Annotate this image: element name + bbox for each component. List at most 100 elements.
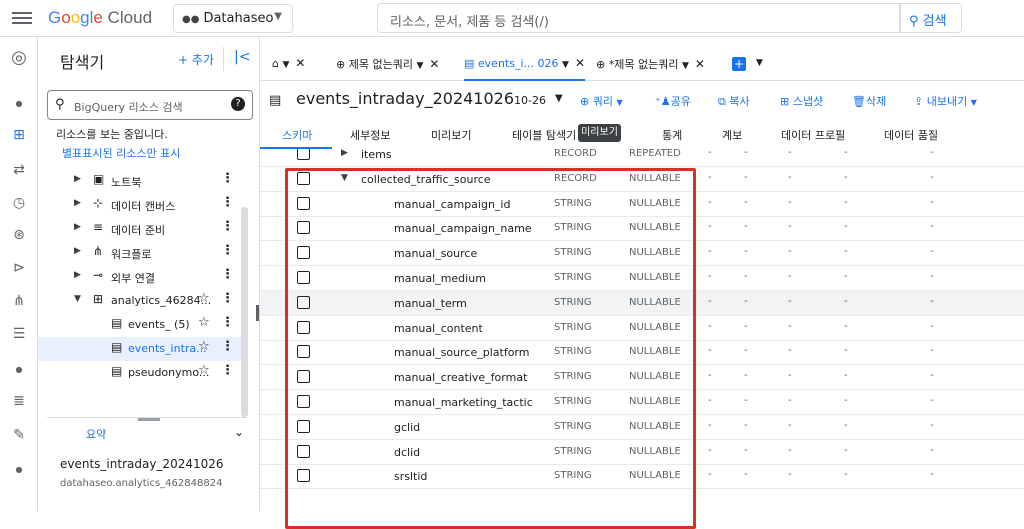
expand-arrow-icon[interactable]: ▶ <box>74 222 81 232</box>
tree-item-table-events[interactable]: ▤ events_ (5) ☆ ⋮ <box>38 313 246 337</box>
analytics-icon[interactable]: ⊛ <box>9 227 29 243</box>
schema-row[interactable]: gclid STRING NULLABLE - - - - - <box>260 415 1024 440</box>
tab-home[interactable]: ⌂ ▼ ✕ <box>272 45 305 81</box>
tab-events-intraday[interactable]: ▤ events_i... 026 ▼ ✕ <box>464 45 585 81</box>
expand-arrow-icon[interactable]: ▶ <box>74 198 81 208</box>
row-checkbox[interactable] <box>297 320 310 334</box>
more-options-icon[interactable]: ⋮ <box>221 339 234 354</box>
share-button[interactable]: ⁺♟공유 <box>655 93 691 109</box>
schema-row[interactable]: manual_medium STRING NULLABLE - - - - - <box>260 266 1024 291</box>
row-checkbox[interactable] <box>297 246 310 260</box>
schema-row[interactable]: manual_campaign_id STRING NULLABLE - - - - - <box>260 192 1024 217</box>
global-search-input[interactable]: 리소스, 문서, 제품 등 검색(/) <box>377 3 900 33</box>
row-checkbox[interactable] <box>297 196 310 210</box>
dashboard-icon[interactable]: ⊞ <box>9 127 29 143</box>
tab-untitled-query-2[interactable]: ⊕ *제목 없는쿼리 ▼ ✕ <box>596 45 705 81</box>
google-cloud-logo[interactable]: Google Cloud <box>48 8 152 28</box>
schema-row[interactable]: manual_marketing_tactic STRING NULLABLE - - -… <box>260 390 1024 415</box>
schema-row[interactable]: ▼ collected_traffic_source RECORD NULLABLE -… <box>260 167 1024 192</box>
tab-preview[interactable]: 미리보기 <box>431 127 471 143</box>
snapshot-button[interactable]: ⊞ 스냅샷 <box>780 93 823 109</box>
tab-table-explorer[interactable]: 테이블 탐색기 <box>512 127 576 143</box>
tree-item-external-connections[interactable]: ▶ ⊸ 외부 연결 ⋮ <box>38 265 246 289</box>
panel-resize-handle[interactable] <box>256 305 259 321</box>
more-options-icon[interactable]: ⋮ <box>221 195 234 210</box>
bigquery-logo-icon[interactable]: ◎ <box>9 47 29 68</box>
tree-item-notebooks[interactable]: ▶ ▣ 노트북 ⋮ <box>38 169 246 193</box>
expand-arrow-icon[interactable]: ▶ <box>74 246 81 256</box>
collapse-panel-icon[interactable]: |< <box>234 49 250 65</box>
tree-item-table-events-intraday[interactable]: ▤ events_intra... ☆ ⋮ <box>38 337 246 361</box>
row-checkbox[interactable] <box>297 295 310 309</box>
tab-data-profile[interactable]: 데이터 프로필 <box>781 127 845 143</box>
tree-item-dataset[interactable]: ▼ ⊞ analytics_46284... ☆ ⋮ <box>38 289 246 313</box>
star-icon[interactable]: ☆ <box>198 291 210 306</box>
schema-row[interactable]: manual_creative_format STRING NULLABLE - - - -… <box>260 365 1024 391</box>
row-checkbox[interactable] <box>297 419 310 433</box>
expand-arrow-icon[interactable]: ▶ <box>74 174 81 184</box>
help-icon[interactable]: ? <box>231 97 245 111</box>
row-checkbox[interactable] <box>297 395 310 408</box>
star-icon[interactable]: ☆ <box>198 339 210 354</box>
more-options-icon[interactable]: ⋮ <box>221 171 234 186</box>
row-checkbox[interactable] <box>297 444 310 458</box>
schedule-icon[interactable]: ◷ <box>9 195 29 211</box>
project-picker[interactable]: ●● Datahaseo ▼ <box>173 4 293 33</box>
close-icon[interactable]: ✕ <box>695 57 705 71</box>
row-checkbox[interactable] <box>297 469 310 483</box>
schema-row[interactable]: manual_source_platform STRING NULLABLE - - - -… <box>260 340 1024 366</box>
tree-item-data-prep[interactable]: ▶ ≡ 데이터 준비 ⋮ <box>38 217 246 241</box>
tab-data-quality[interactable]: 데이터 품질 <box>884 127 938 143</box>
star-icon[interactable]: ☆ <box>198 315 210 330</box>
list-icon[interactable]: ☰ <box>9 326 29 342</box>
more-options-icon[interactable]: ⋮ <box>221 363 234 378</box>
more-options-icon[interactable]: ⋮ <box>221 219 234 234</box>
close-icon[interactable]: ✕ <box>295 56 305 70</box>
schema-row[interactable]: manual_term STRING NULLABLE - - - - - <box>260 290 1024 316</box>
row-checkbox[interactable] <box>297 345 310 359</box>
schema-row[interactable]: manual_content STRING NULLABLE - - - - - <box>260 316 1024 341</box>
row-checkbox[interactable] <box>297 370 310 384</box>
row-checkbox[interactable] <box>297 221 310 235</box>
schema-row[interactable]: srsltid STRING NULLABLE - - - - - <box>260 464 1024 490</box>
search-button[interactable]: ⚲ 검색 <box>900 3 962 33</box>
summary-resize-handle[interactable] <box>138 418 160 421</box>
chevron-down-icon[interactable]: ⌄ <box>234 425 244 439</box>
tree-item-workflows[interactable]: ▶ ⋔ 워크플로 ⋮ <box>38 241 246 265</box>
expand-arrow-icon[interactable]: ▶ <box>341 149 348 158</box>
schema-row[interactable]: manual_campaign_name STRING NULLABLE - - - - - <box>260 216 1024 242</box>
tab-details[interactable]: 세부정보 <box>350 127 390 143</box>
summary-toggle-label[interactable]: 요약 <box>86 426 106 442</box>
more-options-icon[interactable]: ⋮ <box>221 291 234 306</box>
more-options-icon[interactable]: ⋮ <box>221 267 234 282</box>
new-tab-icon[interactable]: + <box>732 57 746 71</box>
expand-arrow-icon[interactable]: ▶ <box>74 270 81 280</box>
explorer-scrollbar[interactable] <box>241 207 248 417</box>
resource-search-input[interactable]: ⚲ BigQuery 리소스 검색 ? <box>47 90 253 120</box>
close-icon[interactable]: ✕ <box>429 57 439 71</box>
row-checkbox[interactable] <box>297 171 310 185</box>
show-starred-link[interactable]: 별표표시된 리소스만 표시 <box>62 145 180 161</box>
copy-button[interactable]: ⧉ 복사 <box>718 93 750 109</box>
row-checkbox[interactable] <box>297 271 310 284</box>
transfer-icon[interactable]: ⇄ <box>9 162 29 178</box>
menu-list-icon[interactable]: ≣ <box>9 393 29 409</box>
schema-row[interactable]: manual_source STRING NULLABLE - - - - - <box>260 241 1024 267</box>
star-icon[interactable]: ☆ <box>198 363 210 378</box>
main-menu-icon[interactable] <box>12 9 32 27</box>
wrench-icon[interactable]: ✎ <box>9 427 29 443</box>
tab-statistics[interactable]: 통계 <box>662 127 682 143</box>
schema-row[interactable]: dclid STRING NULLABLE - - - - - <box>260 440 1024 465</box>
row-checkbox[interactable] <box>297 149 310 160</box>
delete-button[interactable]: 🗑삭제 <box>852 93 886 109</box>
chevron-down-icon[interactable]: ▼ <box>756 58 763 68</box>
workflow-icon[interactable]: ⋔ <box>9 293 29 309</box>
close-icon[interactable]: ✕ <box>575 56 585 70</box>
tab-schema[interactable]: 스키마 <box>282 127 312 143</box>
add-button[interactable]: + 추가 <box>178 51 214 68</box>
tab-untitled-query-1[interactable]: ⊕ 제목 없는쿼리 ▼ ✕ <box>336 45 439 81</box>
more-options-icon[interactable]: ⋮ <box>221 243 234 258</box>
tree-item-data-canvas[interactable]: ▶ ⊹ 데이터 캔버스 ⋮ <box>38 193 246 217</box>
export-button[interactable]: ⇪ 내보내기 ▼ <box>914 93 977 109</box>
schema-row[interactable]: ▶ items RECORD REPEATED - - - - - <box>260 149 1024 167</box>
